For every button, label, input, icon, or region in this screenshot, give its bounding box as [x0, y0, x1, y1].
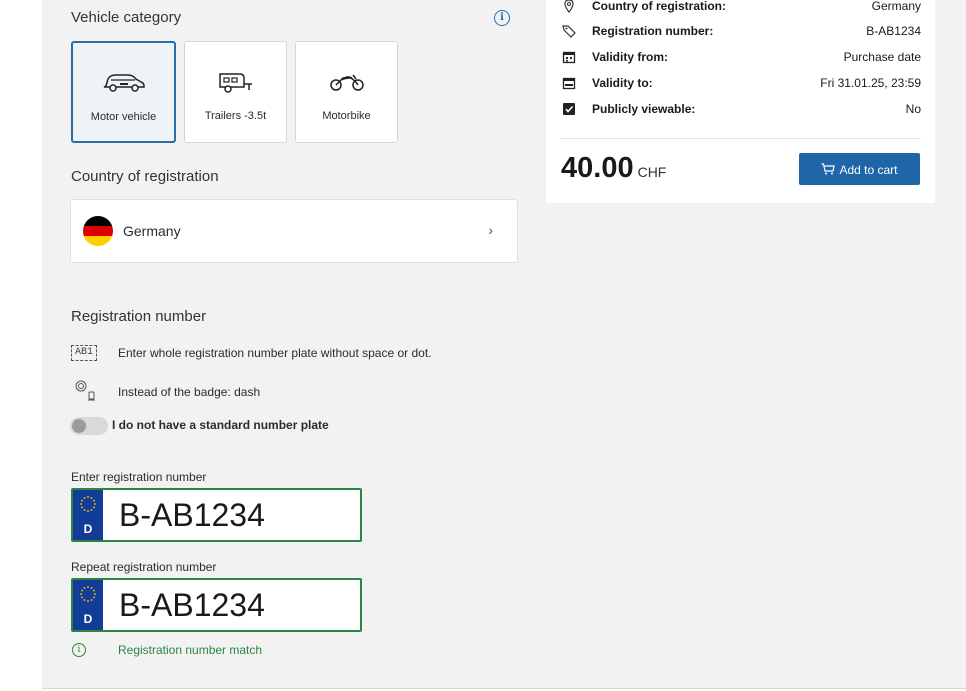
summary-row-registration: Registration number: B-AB1234: [546, 24, 935, 44]
summary-value: B-AB1234: [866, 24, 921, 38]
eu-stars-icon: [80, 586, 96, 602]
summary-value: No: [905, 102, 921, 116]
bottom-divider: [42, 688, 966, 689]
registration-title: Registration number: [71, 308, 207, 325]
category-motor-vehicle[interactable]: Motor vehicle: [71, 41, 176, 143]
category-motorbike[interactable]: Motorbike: [295, 41, 398, 143]
summary-value: Purchase date: [843, 50, 921, 64]
enter-registration-input[interactable]: [119, 496, 354, 534]
summary-key: Validity to:: [592, 76, 653, 90]
calendar-end-icon: [562, 77, 576, 90]
car-icon: [73, 71, 174, 98]
order-summary: Country of registration: Germany Registr…: [546, 0, 935, 203]
summary-value: Fri 31.01.25, 23:59: [820, 76, 921, 90]
toggle-knob: [72, 419, 86, 433]
standard-plate-toggle[interactable]: [70, 417, 108, 435]
location-pin-icon: [564, 0, 574, 13]
summary-row-public: Publicly viewable: No: [546, 102, 935, 122]
category-label: Motor vehicle: [90, 111, 157, 123]
match-info-icon: i: [72, 643, 86, 657]
summary-key: Registration number:: [592, 24, 714, 38]
germany-flag-icon: [83, 216, 113, 246]
badge-icon: [74, 379, 96, 406]
calendar-start-icon: [562, 51, 576, 64]
country-code: D: [83, 612, 93, 626]
motorbike-icon: [296, 70, 397, 97]
info-icon[interactable]: i: [494, 10, 510, 26]
category-label: Motorbike: [322, 110, 371, 122]
summary-divider: [560, 138, 921, 139]
price-currency: CHF: [637, 164, 667, 180]
summary-row-country: Country of registration: Germany: [546, 0, 935, 19]
trailer-icon: [185, 70, 286, 99]
country-value: Germany: [123, 223, 181, 239]
category-trailers[interactable]: Trailers -3.5t: [184, 41, 287, 143]
eu-stars-icon: [80, 496, 96, 512]
vehicle-category-label: Vehicle category: [71, 9, 182, 26]
country-code: D: [83, 522, 93, 536]
match-message: Registration number match: [118, 643, 263, 657]
summary-key: Validity from:: [592, 50, 669, 64]
summary-value: Germany: [871, 0, 921, 13]
summary-row-validity-to: Validity to: Fri 31.01.25, 23:59: [546, 76, 935, 96]
eu-plate-band: D: [73, 490, 103, 540]
checkbox-icon: [563, 103, 575, 115]
repeat-registration-label: Repeat registration number: [71, 560, 217, 574]
country-label: Country of registration: [71, 168, 219, 185]
enter-registration-field[interactable]: D: [71, 488, 362, 542]
summary-key: Country of registration:: [592, 0, 726, 13]
country-select[interactable]: Germany ›: [70, 199, 518, 263]
repeat-registration-input[interactable]: [119, 586, 354, 624]
summary-key: Publicly viewable:: [592, 102, 696, 116]
total-price: 40.00 CHF: [561, 152, 666, 185]
eu-plate-band: D: [73, 580, 103, 630]
add-to-cart-button[interactable]: Add to cart: [799, 153, 920, 185]
summary-row-validity-from: Validity from: Purchase date: [546, 50, 935, 70]
hint-plate-text: Enter whole registration number plate wi…: [118, 346, 432, 360]
category-label: Trailers -3.5t: [204, 110, 267, 122]
hint-badge-text: Instead of the badge: dash: [118, 385, 261, 399]
cart-icon: [821, 163, 836, 175]
toggle-label: I do not have a standard number plate: [112, 418, 329, 432]
chevron-right-icon: ›: [488, 222, 493, 238]
price-amount: 40.00: [561, 152, 634, 184]
plate-hint-icon: AB1: [71, 345, 98, 361]
repeat-registration-field[interactable]: D: [71, 578, 362, 632]
add-to-cart-label: Add to cart: [839, 162, 898, 177]
enter-registration-label: Enter registration number: [71, 470, 207, 484]
tag-icon: [562, 25, 576, 38]
